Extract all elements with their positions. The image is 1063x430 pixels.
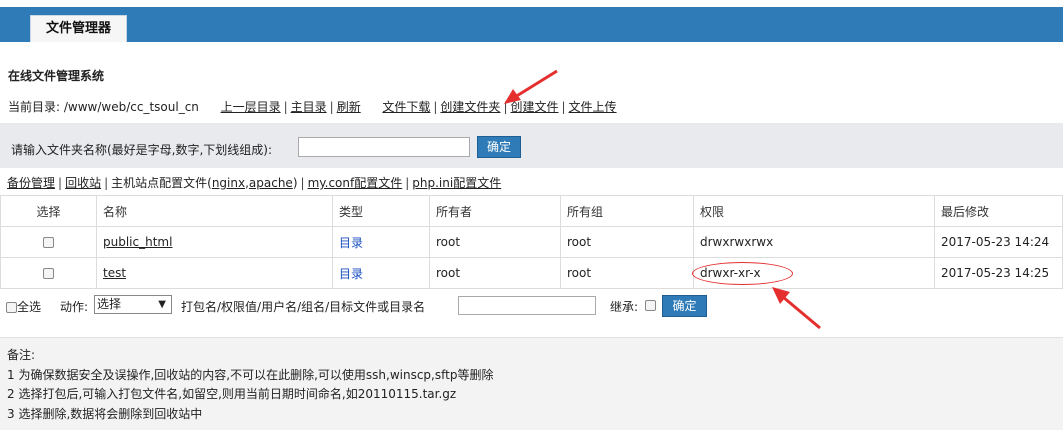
php-ini-link[interactable]: php.ini配置文件 [412,176,501,190]
select-cell [0,257,97,289]
batch-confirm-button[interactable]: 确定 [662,295,707,317]
col-type: 类型 [332,195,430,227]
backup-link[interactable]: 备份管理 [7,176,55,190]
parent-dir-link[interactable]: 上一层目录 [221,100,281,114]
col-modified: 最后修改 [934,195,1063,227]
nginx-config-link[interactable]: nginx [212,176,245,190]
current-dir-label: 当前目录: [8,100,61,114]
folder-name-input[interactable] [298,137,470,157]
select-cell [0,226,97,258]
file-table: 选择 名称 类型 所有者 所有组 权限 最后修改 public_html 目录 … [0,195,1063,289]
host-config-suffix: ) [292,176,298,190]
name-cell: public_html [96,226,333,258]
file-name-link[interactable]: public_html [103,235,172,249]
permission-cell: drwxrwxrwx [693,226,935,258]
current-dir-value: /www/web/cc_tsoul_cn [63,100,199,114]
dropdown-arrow-icon: ▼ [158,299,166,310]
table-row: public_html 目录 root root drwxrwxrwx 2017… [0,226,1063,258]
type-cell: 目录 [332,257,430,289]
quick-links: 备份管理 | 回收站 | 主机站点配置文件(nginx,apache) | my.conf配… [7,176,502,190]
type-cell: 目录 [332,226,430,258]
annotation-arrow-icon [504,69,558,104]
row-checkbox[interactable] [43,268,54,279]
my-conf-link[interactable]: my.conf配置文件 [308,176,403,190]
file-type-link[interactable]: 目录 [339,267,363,281]
inherit-label: 继承: [610,300,639,314]
inherit-checkbox-wrap [645,298,656,312]
apache-config-link[interactable]: apache [249,176,293,190]
file-name-link[interactable]: test [103,266,126,280]
select-all-label: 全选 [17,300,42,314]
permission-highlight-ellipse [692,262,793,285]
notes-panel: 备注: 1 为确保数据安全及误操作,回收站的内容,不可以在此删除,可以使用ssh… [0,337,1063,430]
notes-title: 备注: [7,348,36,362]
create-folder-confirm-button[interactable]: 确定 [477,136,521,158]
modified-cell: 2017-05-23 14:25 [934,257,1063,289]
refresh-link[interactable]: 刷新 [337,100,361,114]
download-file-link[interactable]: 文件下载 [382,100,430,114]
action-label: 动作: [60,300,89,314]
col-permission: 权限 [693,195,935,227]
tab-file-manager[interactable]: 文件管理器 [30,15,127,42]
upload-file-link[interactable]: 文件上传 [569,100,617,114]
row-checkbox[interactable] [43,237,54,248]
host-config-prefix: 主机站点配置文件( [111,176,212,190]
create-folder-link[interactable]: 创建文件夹 [440,100,500,114]
home-dir-link[interactable]: 主目录 [291,100,327,114]
col-group: 所有组 [560,195,694,227]
table-row: test 目录 root root drwxr-xr-x 2017-05-23 … [0,257,1063,289]
page-title: 在线文件管理系统 [8,69,105,83]
batch-action-bar: 全选 动作: 选择 ▼ 打包名/权限值/用户名/组名/目标文件或目录名 继承: 确… [0,291,1063,321]
params-input[interactable] [458,296,596,315]
owner-cell: root [429,257,561,289]
annotation-arrow-icon [772,287,821,330]
col-name[interactable]: 名称 [96,195,333,227]
select-all-group[interactable]: 全选 [6,298,41,315]
group-cell: root [560,226,694,258]
name-cell: test [96,257,333,289]
inherit-checkbox[interactable] [645,300,656,311]
params-label: 打包名/权限值/用户名/组名/目标文件或目录名 [181,300,426,314]
col-owner: 所有者 [429,195,561,227]
file-type-link[interactable]: 目录 [339,236,363,250]
col-select: 选择 [0,195,97,227]
action-select-value: 选择 [97,297,122,311]
owner-cell: root [429,226,561,258]
recycle-bin-link[interactable]: 回收站 [65,176,101,190]
select-all-checkbox[interactable] [6,302,17,313]
action-select[interactable]: 选择 ▼ [94,295,172,314]
note-line: 3 选择删除,数据将会删除到回收站中 [7,406,203,421]
note-line: 2 选择打包后,可输入打包文件名,如留空,则用当前日期时间命名,如2011011… [7,387,457,401]
table-header-row: 选择 名称 类型 所有者 所有组 权限 最后修改 [0,195,1063,227]
top-header-bar [0,7,1063,42]
group-cell: root [560,257,694,289]
create-folder-panel: 请输入文件夹名称(最好是字母,数字,下划线组成): 确定 [0,123,1063,168]
modified-cell: 2017-05-23 14:24 [934,226,1063,258]
folder-name-label: 请输入文件夹名称(最好是字母,数字,下划线组成): [11,143,273,157]
note-line: 1 为确保数据安全及误操作,回收站的内容,不可以在此删除,可以使用ssh,win… [7,367,494,382]
